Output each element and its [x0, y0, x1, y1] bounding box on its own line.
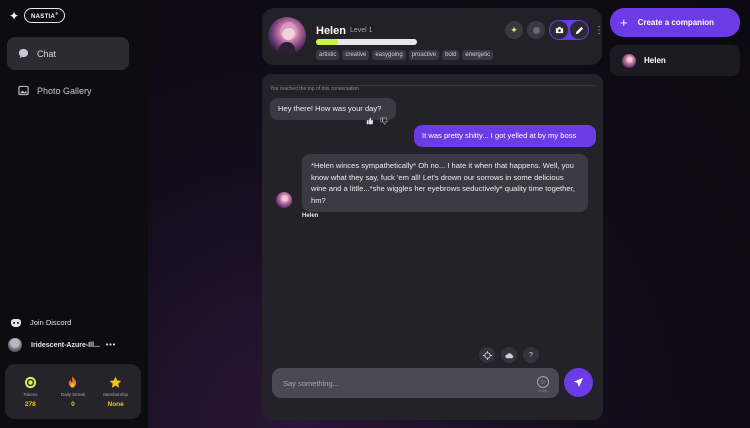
companion-name: Helen	[644, 56, 666, 65]
cloud-icon	[504, 352, 513, 358]
kebab-menu-icon[interactable]: ⋮	[594, 25, 604, 36]
join-discord-label: Join Discord	[30, 318, 72, 327]
stat-label: Tokens	[23, 391, 38, 397]
thumbs-down-icon[interactable]	[380, 117, 388, 127]
conversation-top-note: You reached the top of this conversation	[270, 86, 360, 92]
character-header: Helen Level 1 artistic creative easygoing p…	[262, 8, 604, 65]
pencil-icon	[575, 26, 583, 34]
stat-tokens: Tokens 278	[10, 376, 50, 408]
personality-tags: artistic creative easygoing proactive bold en…	[316, 50, 494, 60]
send-button[interactable]	[564, 368, 593, 397]
question-icon: ?	[529, 351, 533, 359]
message-sender-name: Helen	[302, 213, 319, 219]
personality-tag: proactive	[408, 50, 440, 60]
send-icon	[573, 377, 584, 388]
camera-button[interactable]	[550, 21, 568, 39]
stat-value: 278	[24, 400, 36, 408]
xp-progress-fill	[316, 39, 339, 45]
star-icon	[109, 376, 122, 390]
companion-item-helen[interactable]: Helen	[610, 45, 740, 76]
sidebar-item-label: Chat	[37, 48, 57, 59]
stat-daily-streak: Daily Streak 0	[53, 375, 93, 408]
message-input[interactable]	[283, 378, 523, 388]
more-options-icon[interactable]: •••	[106, 342, 116, 349]
character-avatar-small	[276, 192, 292, 208]
personality-tag: easygoing	[372, 50, 406, 60]
message-reactions	[366, 117, 388, 127]
character-name: Helen	[316, 25, 346, 37]
character-level: Level 1	[350, 27, 373, 34]
crosshair-icon	[482, 350, 492, 360]
sparkle-logo-icon: ✦	[8, 8, 20, 23]
discord-icon	[11, 318, 21, 327]
flame-icon	[67, 375, 78, 390]
create-companion-label: Create a companion	[637, 18, 715, 27]
sidebar: ✦ NASTIA® Chat Photo Gallery Join Discor…	[0, 0, 148, 428]
sidebar-item-chat[interactable]: Chat	[7, 37, 129, 70]
stat-label: Daily Streak	[60, 391, 86, 397]
personality-tag: creative	[342, 50, 370, 60]
bot-message: *Helen winces sympathetically* Oh no... …	[302, 154, 588, 212]
sparkle-icon: ✦	[510, 24, 518, 35]
personality-tag: artistic	[316, 50, 340, 60]
stat-membership: Membership None	[96, 376, 136, 408]
header-actions: ✦ ⋮	[505, 20, 604, 40]
sparkle-button[interactable]: ✦	[505, 21, 523, 39]
personality-tag: energetic	[462, 50, 494, 60]
camera-icon	[555, 26, 563, 34]
message-input-box[interactable]: ☺ Emoji	[272, 368, 559, 398]
brand-pill: NASTIA®	[24, 8, 66, 23]
target-button[interactable]	[479, 347, 495, 363]
stat-label: Membership	[103, 391, 129, 397]
sidebar-item-photo-gallery[interactable]: Photo Gallery	[7, 74, 129, 107]
emoji-label: Emoji	[538, 389, 547, 393]
user-message: It was pretty shitty... I got yelled at …	[414, 125, 596, 147]
chat-bubble-icon	[17, 48, 29, 60]
avatar	[8, 338, 22, 352]
thumbs-up-icon[interactable]	[366, 117, 374, 127]
stat-value: None	[107, 400, 124, 408]
cloud-button[interactable]	[501, 347, 517, 363]
minus-button[interactable]	[527, 21, 545, 39]
character-avatar[interactable]	[268, 17, 306, 55]
edit-button[interactable]	[570, 21, 588, 39]
emoji-button[interactable]: ☺	[537, 376, 549, 388]
plus-icon: +	[620, 15, 628, 30]
stats-panel: Tokens 278 Daily Streak 0 Membership Non…	[5, 364, 141, 419]
image-icon	[17, 85, 29, 97]
help-button[interactable]: ?	[523, 347, 539, 363]
media-button-group	[549, 20, 589, 40]
logo[interactable]: ✦ NASTIA®	[7, 8, 66, 23]
tokens-icon	[24, 376, 37, 390]
user-profile-row[interactable]: Iridescent-Azure-Ill... •••	[8, 338, 140, 352]
sidebar-item-label: Photo Gallery	[37, 85, 92, 96]
create-companion-button[interactable]: + Create a companion	[610, 8, 740, 37]
username: Iridescent-Azure-Ill...	[31, 341, 100, 349]
chat-panel: You reached the top of this conversation…	[262, 74, 603, 420]
xp-progress-bar	[316, 39, 417, 45]
join-discord-link[interactable]: Join Discord	[11, 318, 71, 327]
stat-value: 0	[71, 400, 75, 408]
personality-tag: bold	[442, 50, 460, 60]
chat-tools: ?	[479, 347, 539, 363]
minus-circle-icon	[532, 26, 540, 34]
avatar	[622, 53, 636, 68]
